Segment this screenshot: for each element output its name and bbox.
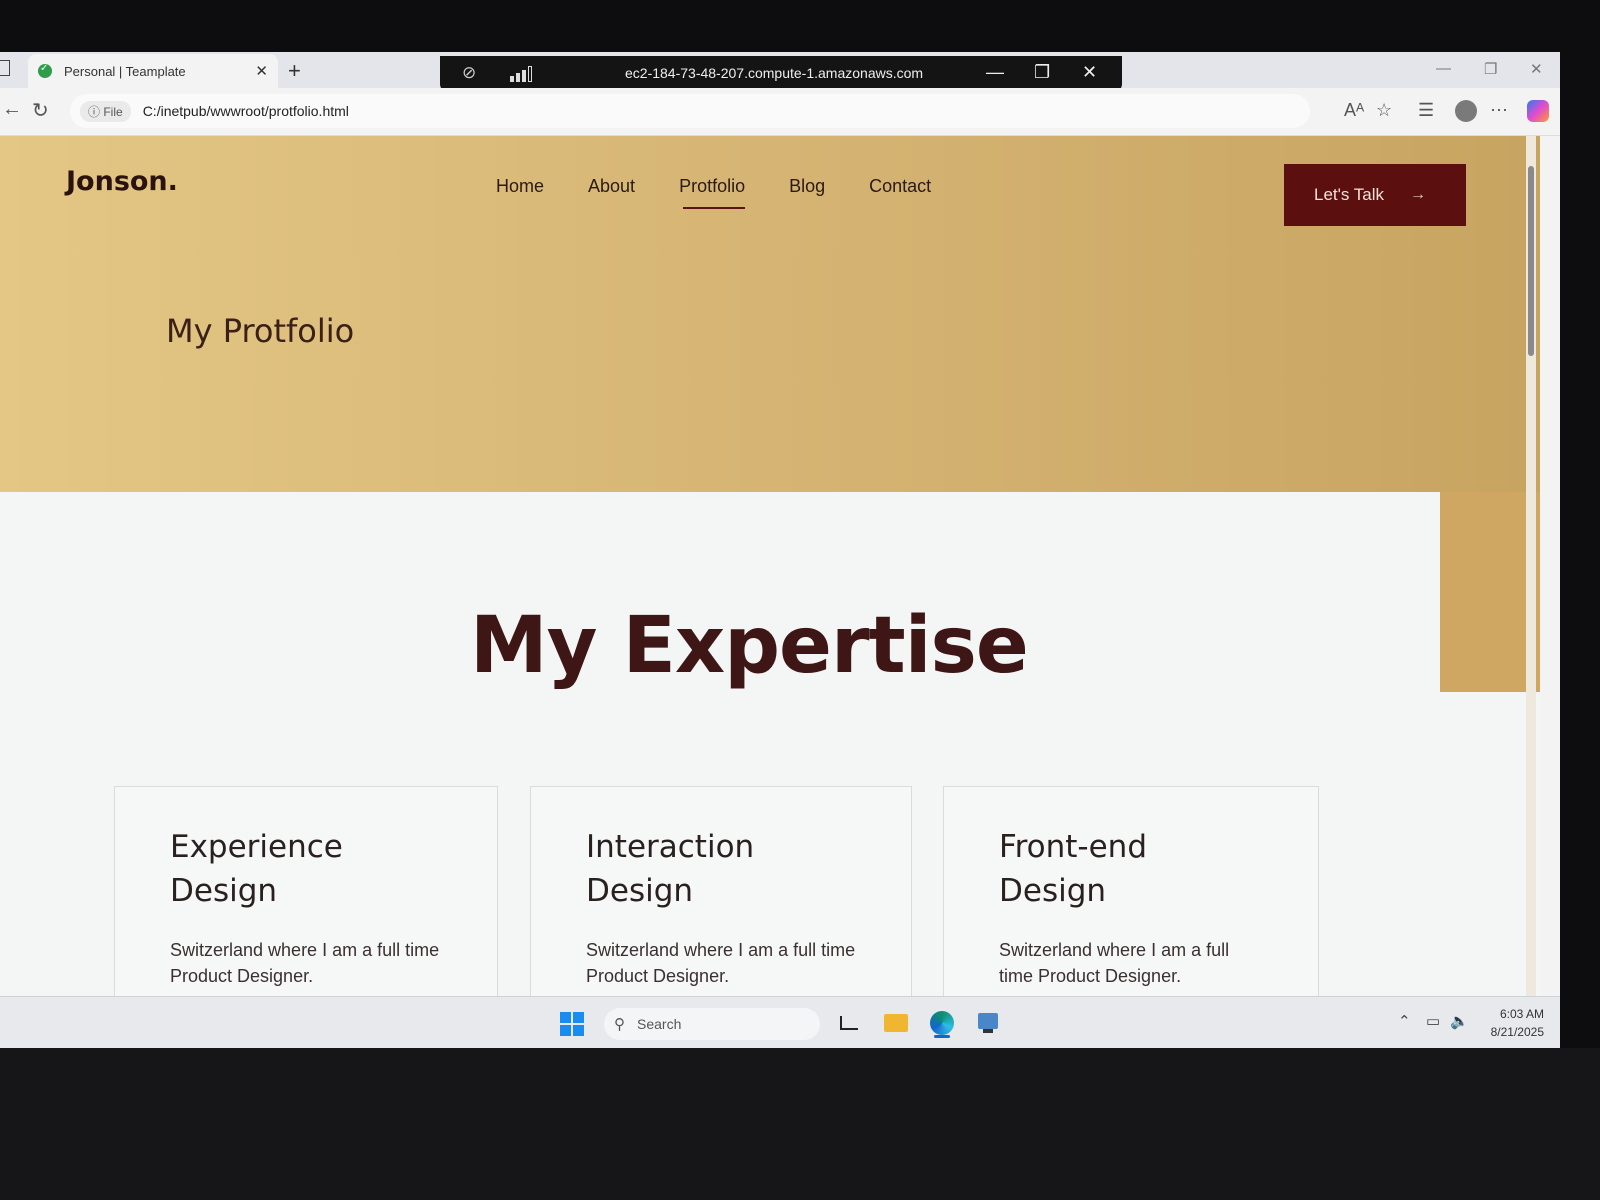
tab-actions-icon[interactable] [0, 60, 10, 76]
page-title: My Protfolio [166, 312, 355, 350]
url-text: C:/inetpub/wwwroot/protfolio.html [142, 103, 349, 119]
rdp-minimize-icon[interactable]: — [986, 62, 1004, 83]
copilot-icon[interactable] [1527, 100, 1549, 122]
show-hidden-icons-chevron-icon[interactable]: ⌃ [1398, 1012, 1411, 1030]
card-text: Switzerland where I am a full time Produ… [586, 940, 856, 986]
network-icon[interactable]: ▭ [1426, 1012, 1440, 1030]
site-info-badge[interactable]: ⓘ File [80, 100, 131, 122]
card-title-line1: Interaction [586, 829, 755, 865]
new-tab-icon[interactable]: + [288, 58, 301, 84]
search-icon: ⚲ [614, 1016, 625, 1033]
scrollbar-thumb[interactable] [1528, 166, 1534, 356]
nav-home[interactable]: Home [496, 176, 544, 197]
nav-portfolio[interactable]: Protfolio [679, 176, 746, 209]
volume-icon[interactable]: 🔈 [1450, 1012, 1469, 1030]
clock-date: 8/21/2025 [1490, 1025, 1544, 1039]
start-windows-icon[interactable] [560, 1012, 584, 1036]
clock-time: 6:03 AM [1499, 1007, 1544, 1021]
card-title: Interaction Design [586, 825, 856, 913]
site-favicon-icon [38, 63, 52, 78]
web-page: Jonson. Home About Protfolio Blog Contac… [0, 136, 1540, 996]
rdp-connection-bar: ⊘ ec2-184-73-48-207.compute-1.amazonaws.… [440, 56, 1122, 92]
rdp-host-name: ec2-184-73-48-207.compute-1.amazonaws.co… [625, 65, 924, 81]
browser-tab[interactable]: Personal | Teamplate ✕ [28, 54, 278, 88]
card-title: Experience Design [170, 825, 442, 913]
windows-taskbar: ⚲ Search ⌃ ▭ 🔈 6:03 AM 8/21/2025 [0, 996, 1560, 1048]
more-options-icon[interactable]: ⋯ [1490, 100, 1508, 121]
edge-browser-icon[interactable] [928, 1010, 956, 1038]
profile-avatar[interactable] [1455, 100, 1477, 122]
nav-blog[interactable]: Blog [789, 176, 825, 197]
taskbar-search[interactable]: ⚲ Search [604, 1008, 820, 1040]
main-nav: Home About Protfolio Blog Contact [496, 176, 931, 209]
card-text: Switzerland where I am a full time Produ… [999, 940, 1230, 986]
card-title-line1: Front-end [999, 829, 1147, 865]
file-explorer-icon[interactable] [882, 1010, 910, 1036]
lets-talk-label: Let's Talk [1314, 185, 1385, 204]
nav-about[interactable]: About [588, 176, 635, 197]
expertise-card: Interaction Design Switzerland where I a… [530, 786, 912, 996]
connection-quality-icon[interactable] [510, 66, 532, 82]
task-view-icon[interactable] [836, 1010, 864, 1036]
window-restore-icon[interactable]: ❐ [1484, 60, 1497, 78]
expertise-heading: My Expertise [470, 601, 1029, 691]
laptop-bezel [0, 1048, 1600, 1200]
tab-title: Personal | Teamplate [64, 63, 186, 79]
arrow-right-icon: → [1410, 186, 1427, 203]
system-clock[interactable]: 6:03 AM 8/21/2025 [1480, 1005, 1544, 1041]
taskbar-search-placeholder: Search [637, 1016, 682, 1032]
card-title: Front-end Design [999, 825, 1263, 913]
url-scheme-label: File [103, 104, 123, 119]
card-title-line2: Design [586, 873, 694, 909]
address-bar[interactable]: ⓘ File C:/inetpub/wwwroot/protfolio.html [70, 94, 1310, 128]
rdp-close-icon[interactable]: ✕ [1082, 62, 1097, 83]
card-title-line2: Design [999, 873, 1107, 909]
window-minimize-icon[interactable]: — [1436, 60, 1451, 77]
decorative-gold-block [1440, 492, 1540, 692]
card-title-line1: Experience [170, 829, 343, 865]
favorite-star-icon[interactable]: ☆ [1376, 100, 1392, 121]
card-text: Switzerland where I am a full time Produ… [170, 940, 440, 986]
browser-toolbar: ← ↻ ⓘ File C:/inetpub/wwwroot/protfolio.… [0, 88, 1560, 136]
site-logo[interactable]: Jonson. [66, 166, 178, 197]
tab-close-icon[interactable]: ✕ [255, 62, 268, 80]
refresh-icon[interactable]: ↻ [32, 98, 49, 123]
unpin-icon[interactable]: ⊘ [462, 63, 476, 83]
expertise-card: Experience Design Switzerland where I am… [114, 786, 498, 996]
remote-desktop-screen: Personal | Teamplate ✕ + — ❐ ✕ ⊘ ec2-184… [0, 52, 1560, 1048]
remote-desktop-icon[interactable] [974, 1010, 1002, 1036]
nav-contact[interactable]: Contact [869, 176, 931, 197]
lets-talk-button[interactable]: Let's Talk → [1284, 164, 1466, 226]
page-scrollbar[interactable] [1526, 136, 1536, 996]
read-aloud-icon[interactable]: Aᴬ [1344, 100, 1364, 121]
window-close-icon[interactable]: ✕ [1530, 60, 1543, 78]
expertise-card: Front-end Design Switzerland where I am … [943, 786, 1319, 996]
favorites-list-icon[interactable]: ☰ [1418, 100, 1434, 121]
hero-banner: Jonson. Home About Protfolio Blog Contac… [0, 136, 1540, 492]
rdp-restore-icon[interactable]: ❐ [1034, 62, 1050, 83]
back-icon[interactable]: ← [2, 98, 22, 121]
card-title-line2: Design [170, 873, 278, 909]
